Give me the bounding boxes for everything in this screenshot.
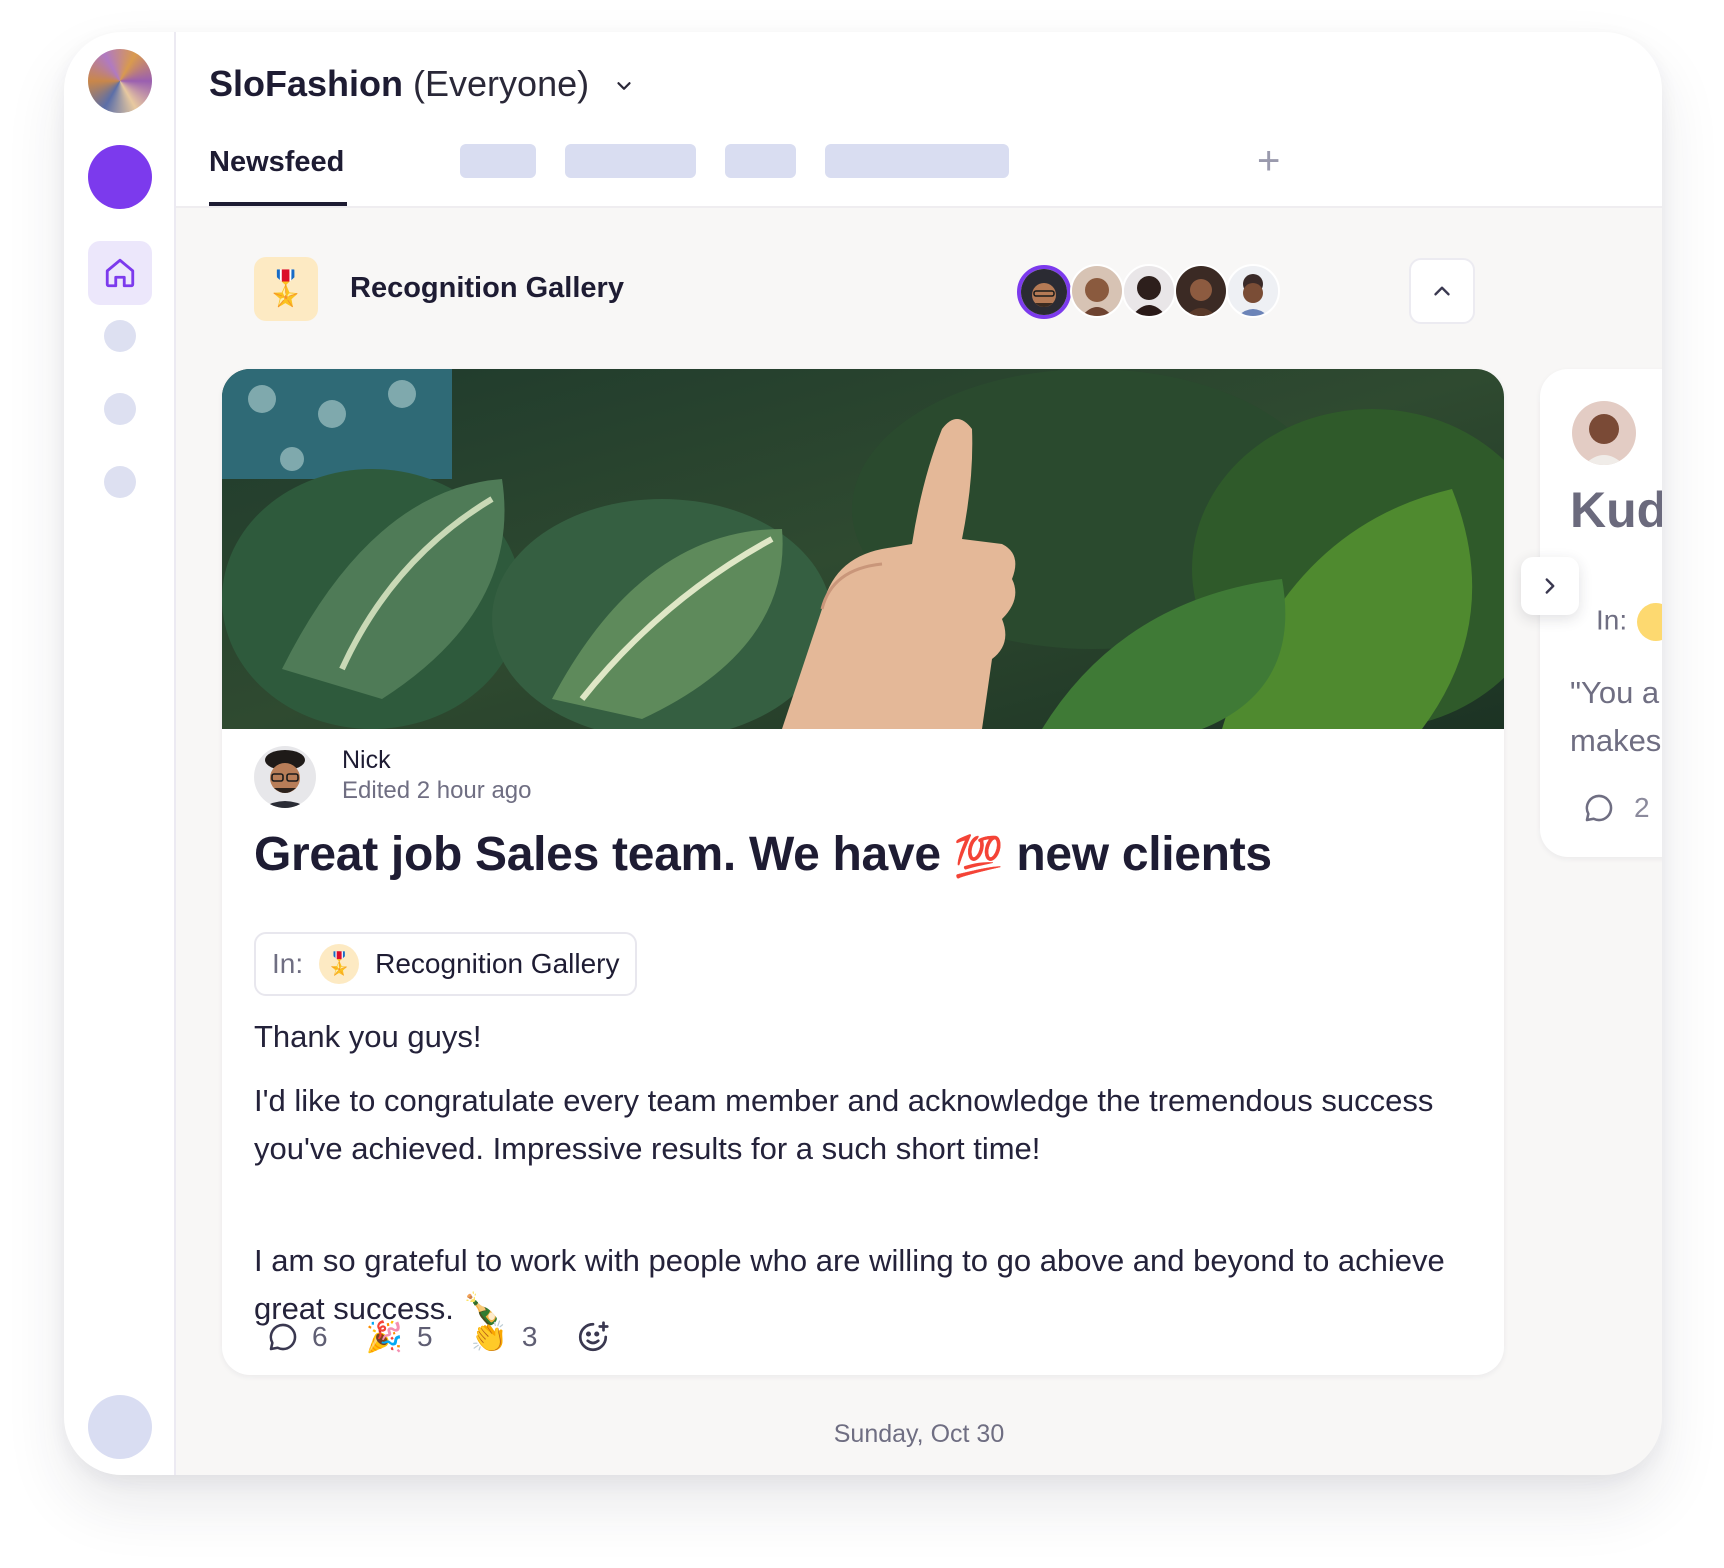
gallery-title: Recognition Gallery (350, 272, 624, 304)
tab-placeholder-4[interactable] (825, 144, 1009, 178)
workspace-name: SloFashion (209, 63, 404, 104)
sidebar (64, 32, 176, 1475)
post-title-start: Great job Sales team. We have (254, 828, 941, 881)
workspace-selector[interactable]: SloFashion (Everyone) (209, 60, 635, 108)
post-body-line: I'd like to congratulate every team memb… (254, 1083, 1434, 1166)
post-body: Thank you guys! I'd like to congratulate… (254, 1013, 1484, 1333)
author-avatar[interactable] (1572, 401, 1636, 465)
app-window: SloFashion (Everyone) Newsfeed + 🎖️ Reco… (64, 32, 1662, 1475)
reactions-bar: 6 🎉 5 👏 3 (266, 1319, 649, 1355)
next-post-channel: In: (1596, 603, 1662, 641)
clap-reaction[interactable]: 👏 3 (471, 1320, 538, 1355)
hundred-points-icon: 💯 (953, 835, 1004, 879)
post-body-line: "You a (1570, 675, 1660, 710)
post-body-line: makes (1570, 723, 1662, 758)
active-tab-indicator (209, 202, 347, 206)
home-icon (105, 258, 135, 288)
post-edited-time: Edited 2 hour ago (342, 777, 532, 804)
header: SloFashion (Everyone) Newsfeed + (176, 32, 1662, 208)
chevron-up-icon (1434, 286, 1450, 296)
comment-icon (1585, 794, 1613, 822)
party-count: 5 (416, 1321, 433, 1352)
clapping-hands-icon: 👏 (470, 1320, 508, 1354)
comment-icon (269, 1323, 297, 1351)
sidebar-nav-item-2[interactable] (104, 393, 136, 425)
clap-count: 3 (521, 1321, 538, 1352)
add-tab-button[interactable]: + (1257, 136, 1280, 186)
member-avatar[interactable] (1017, 265, 1071, 319)
channel-chip[interactable]: In: 🎖️ Recognition Gallery (254, 932, 638, 996)
date-label: Sunday, Oct 30 (833, 1420, 1005, 1448)
add-emoji-icon (579, 1321, 610, 1352)
channel-name: Recognition Gallery (375, 948, 620, 979)
add-reaction-button[interactable] (575, 1319, 611, 1355)
next-post-body: "You a makes (1570, 669, 1661, 765)
member-avatar[interactable] (1174, 264, 1228, 318)
post-body-line: Thank you guys! (254, 1019, 482, 1054)
member-avatar[interactable] (1122, 264, 1176, 318)
tab-newsfeed[interactable]: Newsfeed (209, 146, 344, 179)
comments-button[interactable]: 2 (1582, 791, 1650, 825)
gallery-medal-icon: 🎖️ (254, 257, 318, 321)
collapse-gallery-button[interactable] (1409, 258, 1475, 324)
chevron-right-icon (1545, 578, 1555, 594)
sidebar-nav-item-3[interactable] (104, 466, 136, 498)
workspace-scope: (Everyone) (413, 63, 590, 104)
channel-emoji-icon (1637, 603, 1662, 641)
member-avatar[interactable] (1226, 264, 1280, 318)
comments-button[interactable]: 6 (266, 1320, 328, 1354)
post-card[interactable]: Nick Edited 2 hour ago Great job Sales t… (222, 369, 1504, 1375)
workspace-avatar[interactable] (88, 49, 152, 113)
tab-placeholder-1[interactable] (460, 144, 536, 178)
next-post-title: Kud (1570, 482, 1662, 538)
party-popper-icon: 🎉 (365, 1320, 403, 1354)
chevron-down-icon (617, 82, 631, 91)
channel-label: In: (272, 948, 304, 979)
date-separator: Sunday, Oct 30 (64, 1420, 1662, 1449)
comments-count: 2 (1634, 792, 1650, 823)
comments-count: 6 (312, 1321, 328, 1352)
workspace-switcher-dot[interactable] (88, 145, 152, 209)
post-cover-image (222, 369, 1504, 729)
medal-icon: 🎖️ (319, 944, 360, 984)
post-title-end: new clients (1016, 828, 1272, 881)
sidebar-nav-item-1[interactable] (104, 320, 136, 352)
author-avatar[interactable] (254, 746, 316, 808)
tab-placeholder-3[interactable] (725, 144, 796, 178)
tab-placeholder-2[interactable] (565, 144, 696, 178)
member-avatar[interactable] (1070, 264, 1124, 318)
channel-label: In: (1596, 604, 1628, 636)
post-title: Great job Sales team. We have 💯 new clie… (254, 827, 1272, 882)
party-reaction[interactable]: 🎉 5 (366, 1320, 433, 1355)
author-name[interactable]: Nick (342, 746, 391, 775)
next-post-button[interactable] (1521, 557, 1579, 615)
home-button[interactable] (88, 241, 152, 305)
